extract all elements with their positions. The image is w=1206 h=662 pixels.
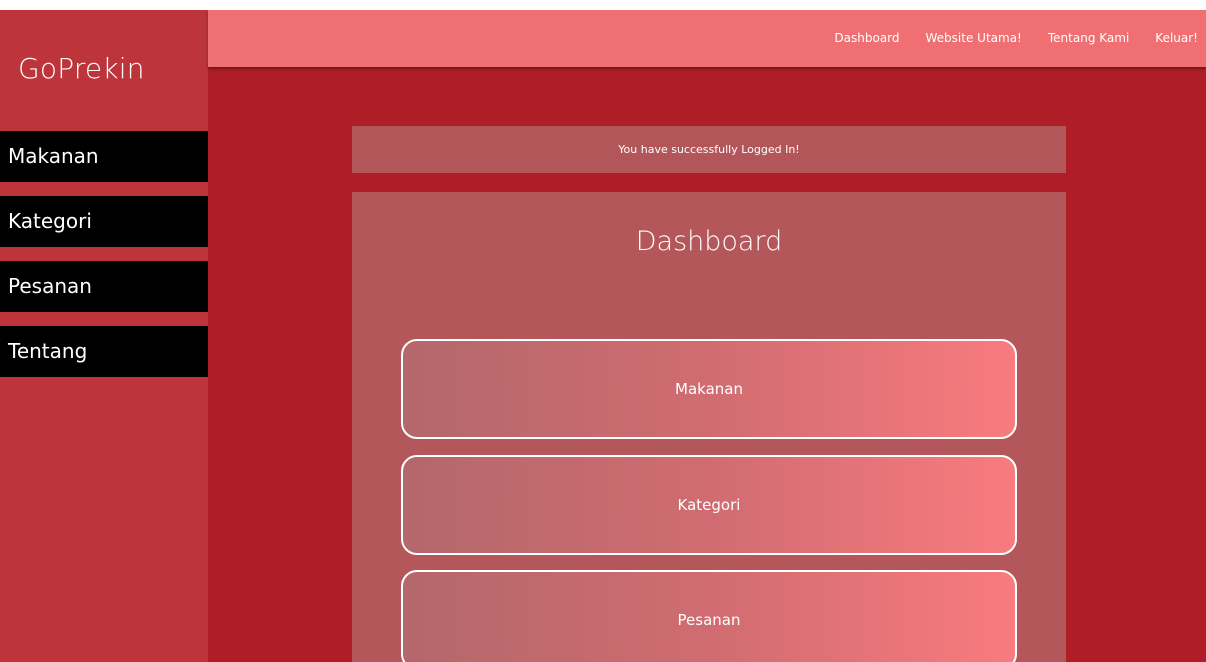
login-success-alert: You have successfully Logged In! (352, 126, 1066, 173)
card-label: Kategori (677, 496, 741, 514)
nav-link-tentang-kami[interactable]: Tentang Kami (1048, 31, 1129, 45)
nav-link-website-utama[interactable]: Website Utama! (926, 31, 1022, 45)
dashboard-card-pesanan[interactable]: Pesanan (401, 570, 1017, 662)
sidebar-item-tentang[interactable]: Tentang (0, 326, 208, 377)
page-title: Dashboard (635, 226, 783, 257)
sidebar-item-makanan[interactable]: Makanan (0, 131, 208, 182)
brand-title: GoPrekin (18, 52, 145, 85)
card-label: Pesanan (677, 611, 741, 629)
sidebar: GoPrekin Makanan Kategori Pesanan Tentan… (0, 10, 208, 662)
sidebar-item-kategori[interactable]: Kategori (0, 196, 208, 247)
alert-message: You have successfully Logged In! (618, 143, 800, 156)
app-frame: GoPrekin Makanan Kategori Pesanan Tentan… (0, 10, 1206, 662)
top-navbar: Dashboard Website Utama! Tentang Kami Ke… (208, 10, 1206, 67)
dashboard-card-makanan[interactable]: Makanan (401, 339, 1017, 439)
sidebar-item-pesanan[interactable]: Pesanan (0, 261, 208, 312)
dashboard-panel: Dashboard Makanan Kategori Pesanan (352, 192, 1066, 662)
nav-link-keluar[interactable]: Keluar! (1155, 31, 1198, 45)
nav-link-dashboard[interactable]: Dashboard (834, 31, 899, 45)
card-label: Makanan (675, 380, 743, 398)
top-nav-links: Dashboard Website Utama! Tentang Kami Ke… (834, 31, 1198, 45)
dashboard-card-kategori[interactable]: Kategori (401, 455, 1017, 555)
